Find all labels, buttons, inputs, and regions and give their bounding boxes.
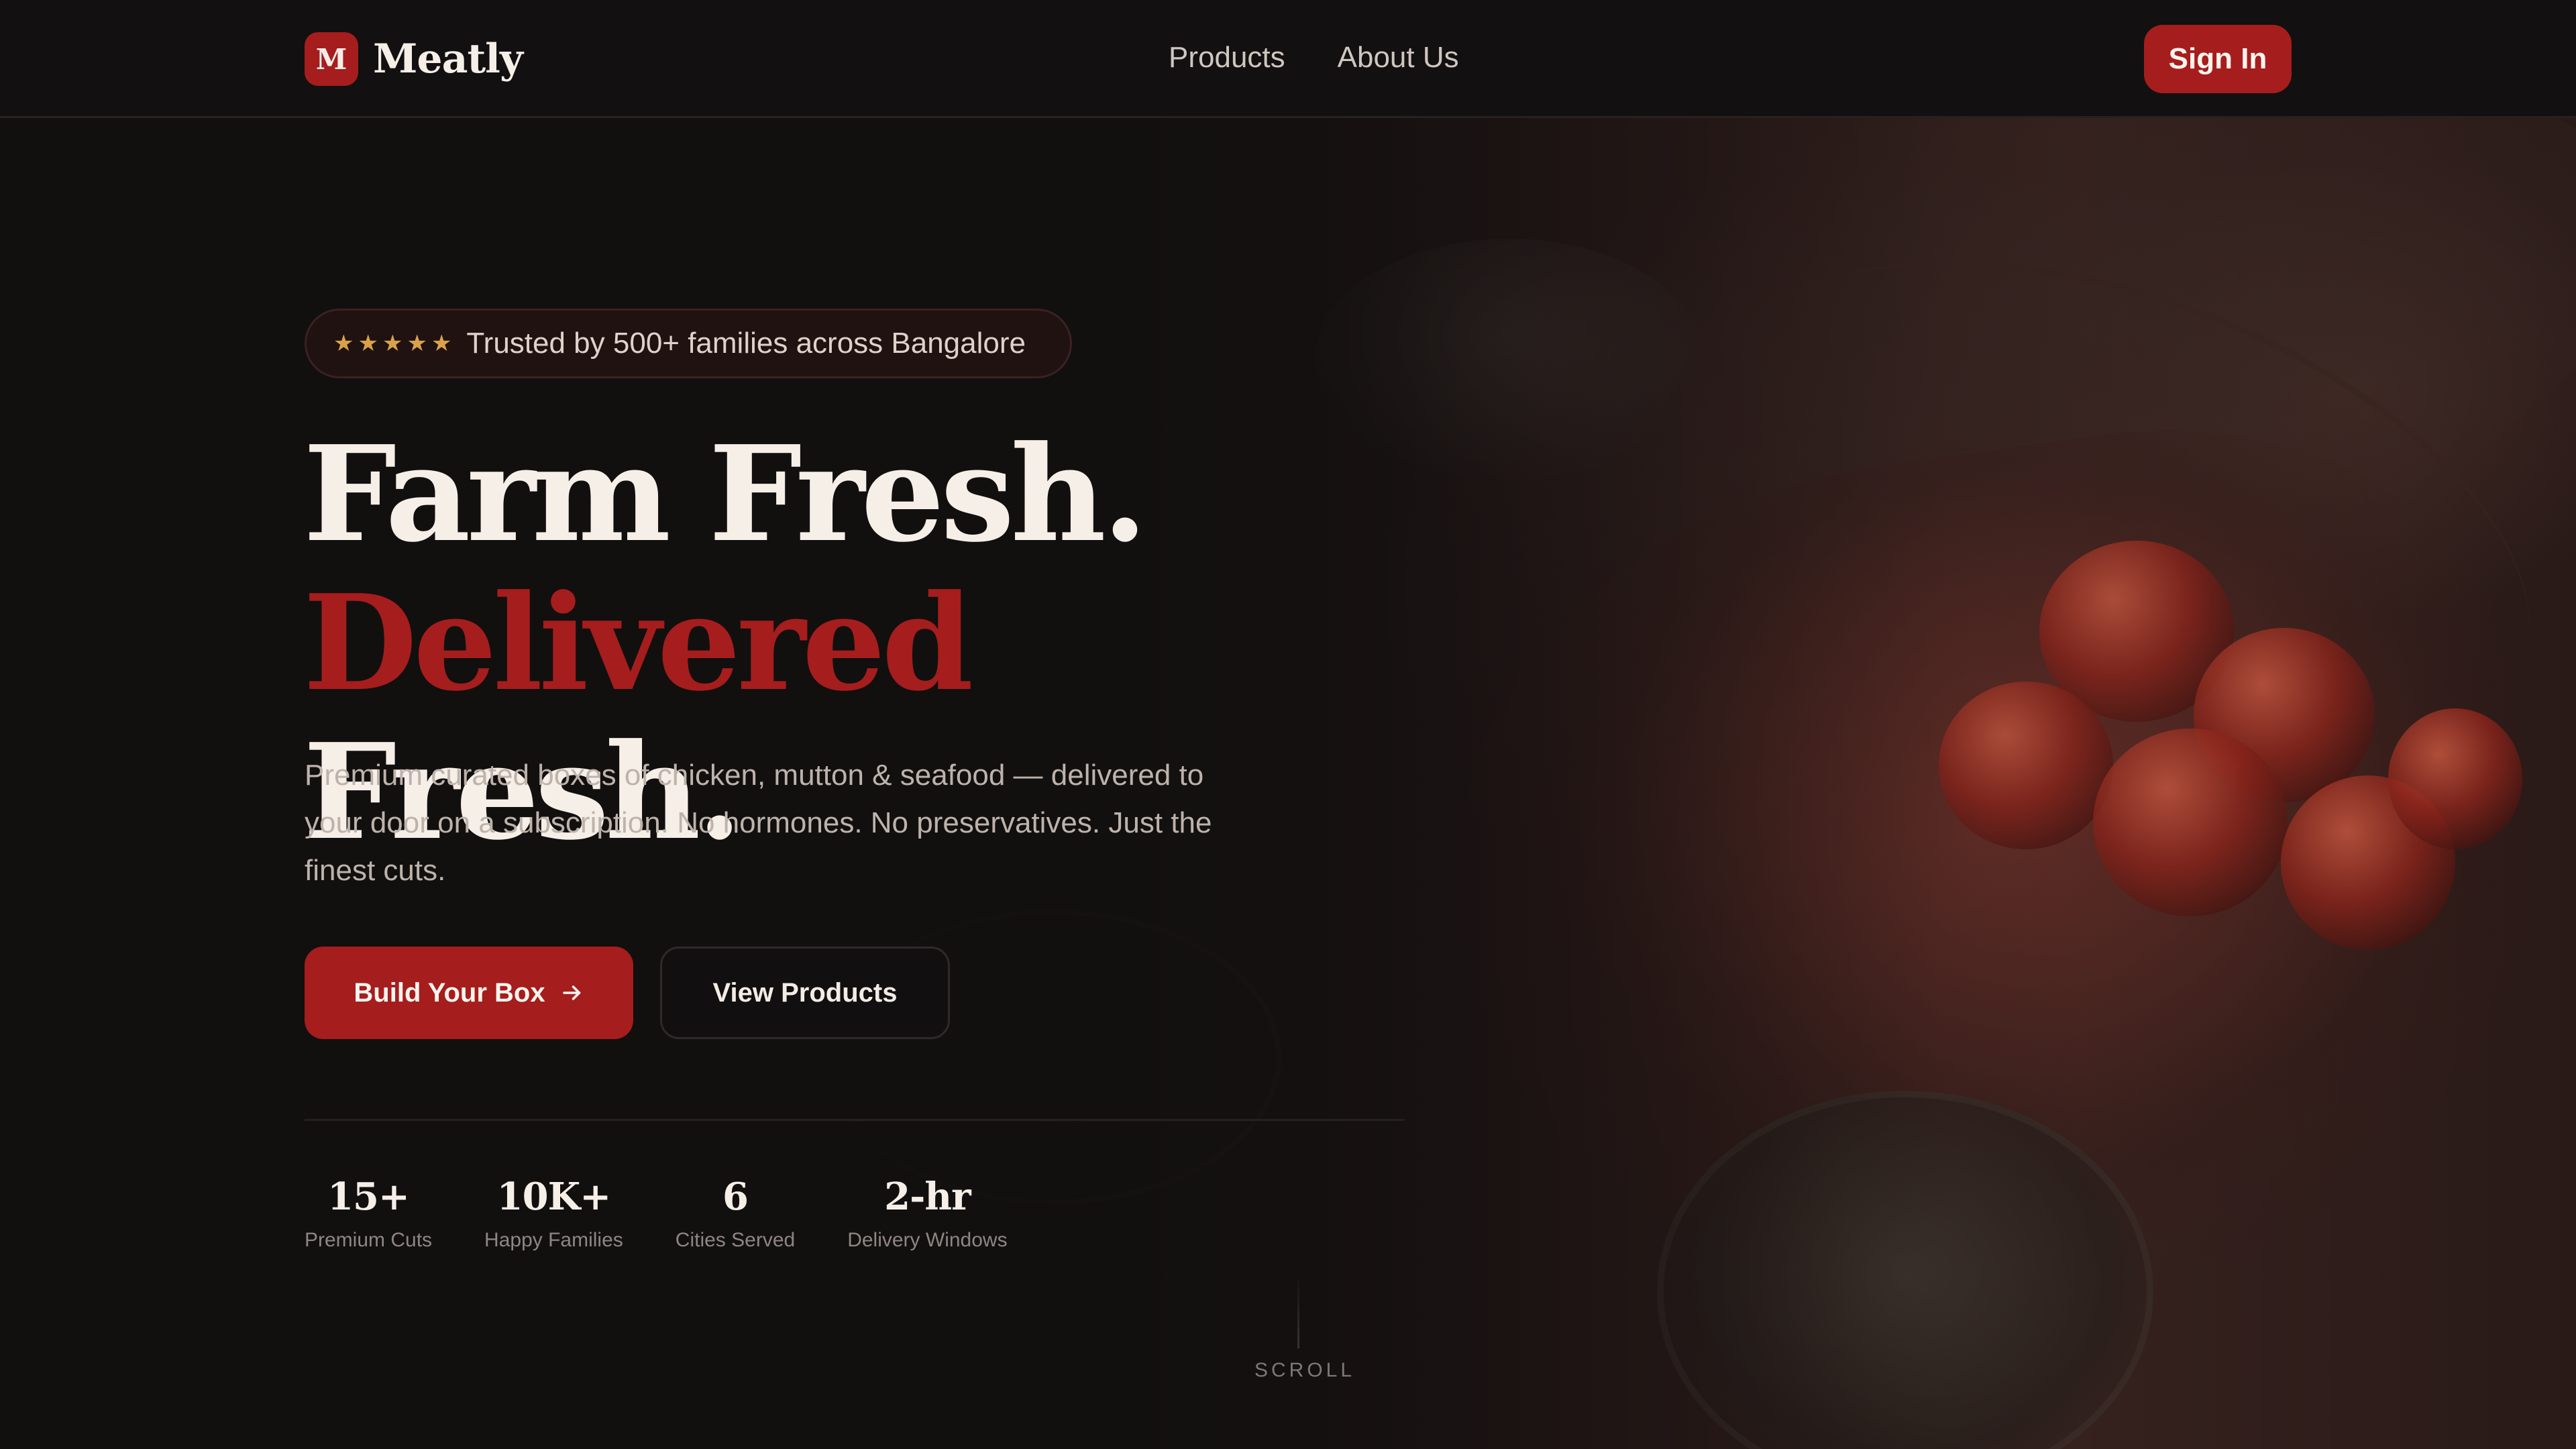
- build-your-box-label: Build Your Box: [354, 977, 545, 1008]
- trust-badge-text: Trusted by 500+ families across Bangalor…: [466, 327, 1026, 360]
- stat-label: Delivery Windows: [847, 1229, 1008, 1251]
- scroll-indicator-label[interactable]: SCROLL: [1254, 1359, 1352, 1382]
- headline-line-1: Farm Fresh.: [303, 417, 1148, 572]
- stat-value: 6: [722, 1175, 749, 1219]
- rating-stars: ★ ★ ★ ★ ★: [333, 330, 451, 357]
- brand-name: Meatly: [373, 36, 523, 83]
- view-products-button[interactable]: View Products: [660, 947, 950, 1039]
- stat-value: 15+: [327, 1175, 410, 1219]
- logo[interactable]: M Meatly: [305, 32, 523, 86]
- stat-item: 15+ Premium Cuts: [305, 1171, 432, 1255]
- star-icon: ★: [382, 331, 403, 356]
- star-icon: ★: [333, 331, 354, 356]
- hero-section: ★ ★ ★ ★ ★ Trusted by 500+ families acros…: [0, 0, 2576, 1449]
- stat-label: Cities Served: [675, 1229, 796, 1251]
- stat-value: 2-hr: [884, 1175, 971, 1219]
- stats-row: 15+ Premium Cuts 10K+ Happy Families 6 C…: [305, 1171, 1008, 1255]
- navbar: M Meatly Products About Us Sign In: [0, 0, 2576, 118]
- stat-value: 10K+: [496, 1175, 612, 1219]
- star-icon: ★: [431, 331, 452, 356]
- stat-label: Happy Families: [484, 1229, 623, 1251]
- logo-mark-icon: M: [305, 32, 358, 86]
- nav-links: Products About Us: [1169, 38, 1459, 78]
- hero-subcopy: Premium curated boxes of chicken, mutton…: [305, 759, 1212, 887]
- stats-divider: [305, 1119, 1405, 1121]
- build-your-box-button[interactable]: Build Your Box: [305, 947, 633, 1039]
- star-icon: ★: [407, 331, 427, 356]
- arrow-right-icon: [562, 985, 580, 1000]
- stat-item: 10K+ Happy Families: [484, 1171, 623, 1255]
- stat-item: 2-hr Delivery Windows: [847, 1171, 1007, 1255]
- star-icon: ★: [358, 331, 378, 356]
- stat-label: Premium Cuts: [305, 1229, 433, 1251]
- page: M Meatly Products About Us Sign In ★ ★ ★…: [0, 0, 2576, 1449]
- nav-link-products[interactable]: Products: [1169, 38, 1285, 78]
- trust-badge: ★ ★ ★ ★ ★ Trusted by 500+ families acros…: [305, 309, 1072, 378]
- sign-in-button[interactable]: Sign In: [2144, 25, 2292, 93]
- nav-link-about-us[interactable]: About Us: [1338, 38, 1459, 78]
- stat-item: 6 Cities Served: [676, 1171, 795, 1255]
- headline-accent-word: Delivered: [303, 566, 973, 720]
- scroll-indicator-line: [1297, 1275, 1299, 1348]
